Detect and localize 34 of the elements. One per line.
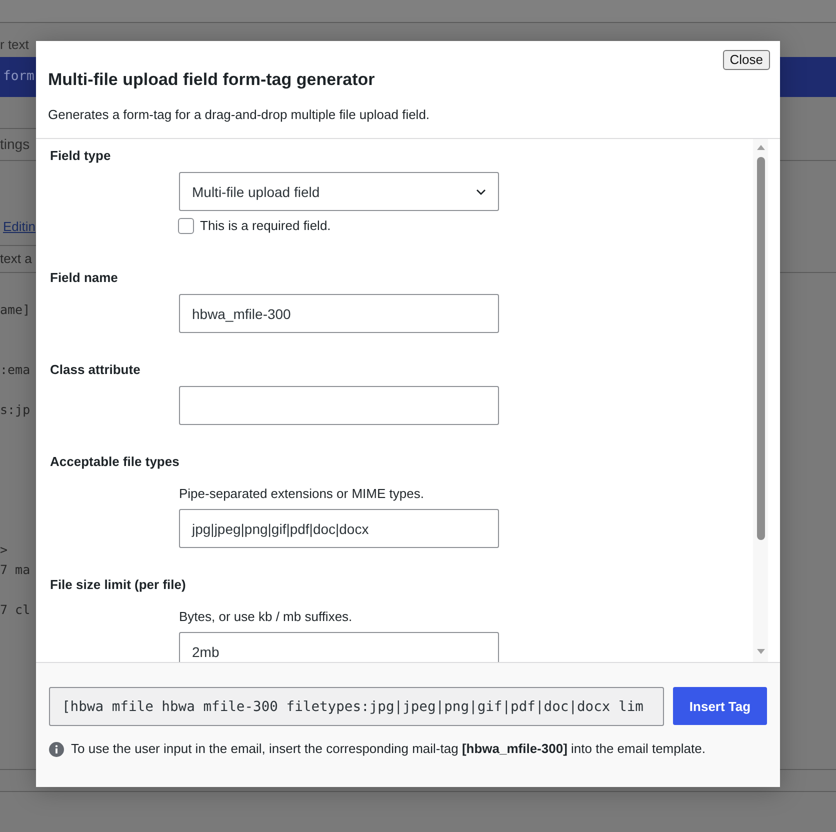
bar-title-text: form <box>3 69 34 85</box>
code-line: 7 ma <box>0 561 30 579</box>
scrollbar-thumb[interactable] <box>756 157 764 540</box>
text-field[interactable]: hbwa_mfile-300 <box>179 294 499 333</box>
dialog-description: Generates a form-tag for a drag-and-drop multiple file upload field. <box>48 106 430 124</box>
scroll-up-arrow-icon[interactable] <box>756 145 764 150</box>
text-field[interactable]: jpg|jpeg|png|gif|pdf|doc|docx <box>179 509 499 548</box>
text-field[interactable]: 2mb <box>179 632 499 662</box>
code-line: ame] <box>0 301 30 319</box>
chevron-down-icon <box>476 188 486 194</box>
close-button[interactable]: Close <box>722 50 770 70</box>
checkbox-label[interactable]: This is a required field. <box>200 218 331 234</box>
code-line: 7 cl <box>0 601 30 619</box>
info-note: To use the user input in the email, insert the corresponding mail-tag [hbwa_mfile-300] into the email template. <box>71 741 706 757</box>
code-line: s:jp <box>0 401 30 419</box>
dialog-title: Multi-file upload field form-tag generator <box>48 69 375 91</box>
field-hint: Bytes, or use kb / mb suffixes. <box>179 609 352 625</box>
field-label: Class attribute <box>50 362 140 378</box>
scroll-down-arrow-icon[interactable] <box>756 649 764 654</box>
code-line: > <box>0 541 8 559</box>
header-text: r text <box>0 37 29 53</box>
text-field[interactable] <box>179 386 499 425</box>
section-label: text a <box>0 251 32 267</box>
field-hint: Pipe-separated extensions or MIME types. <box>179 486 424 502</box>
info-icon <box>49 742 64 756</box>
field-label: Field name <box>50 270 118 286</box>
code-line: :ema <box>0 361 30 379</box>
field-label: File size limit (per file) <box>50 577 186 593</box>
checkbox[interactable] <box>178 218 194 234</box>
field-label: Field type <box>50 148 111 164</box>
tag-code-field[interactable]: [hbwa mfile hbwa mfile-300 filetypes:jpg|jpeg|png|gif|pdf|doc|docx lim <box>49 687 664 726</box>
dropdown[interactable]: Multi-file upload field <box>179 172 499 211</box>
insert-tag-button[interactable]: Insert Tag <box>673 687 767 725</box>
field-label: Acceptable file types <box>50 454 180 470</box>
